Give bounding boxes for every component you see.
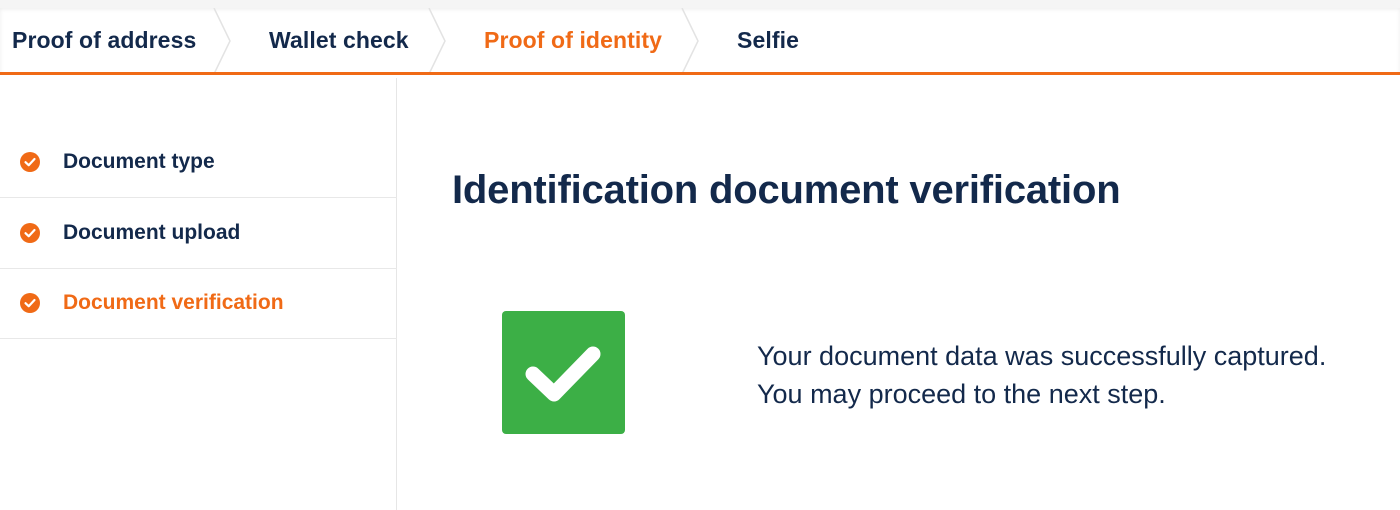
step-selfie[interactable]: Selfie	[737, 8, 799, 72]
sidebar-item-label: Document verification	[63, 291, 284, 314]
step-label: Proof of address	[12, 26, 197, 53]
step-proof-of-identity[interactable]: Proof of identity	[484, 8, 662, 72]
check-circle-icon	[20, 293, 40, 313]
substep-sidebar: Document type Document upload Document v…	[0, 78, 397, 510]
success-status	[502, 311, 625, 434]
check-circle-icon	[20, 223, 40, 243]
progress-steps-bar: Proof of address Wallet check Proof of i…	[0, 0, 1400, 75]
check-circle-icon	[20, 152, 40, 172]
step-label: Proof of identity	[484, 26, 663, 53]
sidebar-item-document-type[interactable]: Document type	[0, 127, 397, 198]
success-message-line: You may proceed to the next step.	[757, 379, 1166, 409]
page-title: Identification document verification	[452, 168, 1121, 212]
step-separator-icon	[428, 8, 446, 74]
sidebar-item-label: Document type	[63, 150, 215, 173]
success-message-line: Your document data was successfully capt…	[757, 341, 1327, 371]
step-label: Wallet check	[269, 26, 409, 53]
step-wallet-check[interactable]: Wallet check	[269, 8, 409, 72]
step-proof-of-address[interactable]: Proof of address	[12, 8, 196, 72]
sidebar-item-document-upload[interactable]: Document upload	[0, 198, 397, 269]
checkmark-icon	[525, 346, 601, 402]
success-message: Your document data was successfully capt…	[757, 337, 1326, 413]
step-label: Selfie	[737, 26, 799, 53]
step-separator-icon	[213, 8, 231, 74]
sidebar-item-label: Document upload	[63, 221, 241, 244]
step-separator-icon	[681, 8, 699, 74]
sidebar-item-document-verification[interactable]: Document verification	[0, 268, 397, 339]
active-step-underline	[0, 72, 1400, 75]
